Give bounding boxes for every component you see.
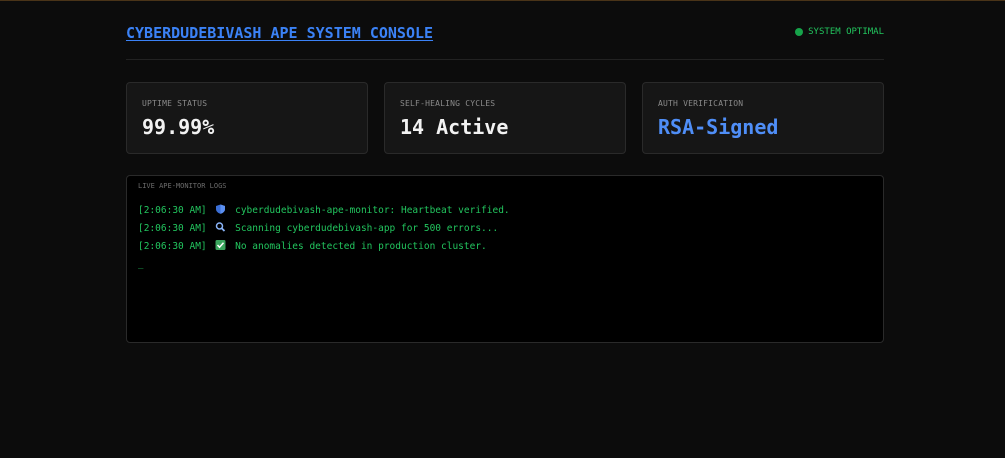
uptime-card: UPTIME STATUS 99.99% [126,82,368,154]
card-label: AUTH VERIFICATION [658,99,744,108]
shield-icon [215,204,226,214]
stat-cards: UPTIME STATUS 99.99% SELF-HEALING CYCLES… [126,82,884,154]
log-line: [2:06:30 AM] No anomalies detected in pr… [138,240,487,252]
card-label: SELF-HEALING CYCLES [400,99,496,108]
terminal-cursor: _ [138,260,144,270]
card-value: 14 Active [400,115,509,139]
log-timestamp: [2:06:30 AM] [138,205,207,216]
log-panel[interactable]: LIVE APE-MONITOR LOGS [2:06:30 AM] cyber… [126,175,884,343]
auth-card: AUTH VERIFICATION RSA-Signed [642,82,884,154]
log-line: [2:06:30 AM] Scanning cyberdudebivash-ap… [138,222,498,234]
page-title-link[interactable]: CYBERDUDEBIVASH APE SYSTEM CONSOLE [126,24,433,42]
status-dot-icon [795,28,804,36]
log-message: cyberdudebivash-ape-monitor: Heartbeat v… [235,205,510,216]
log-timestamp: [2:06:30 AM] [138,223,207,234]
header: CYBERDUDEBIVASH APE SYSTEM CONSOLE SYSTE… [126,1,884,60]
check-box-icon [215,240,226,250]
self-healing-card: SELF-HEALING CYCLES 14 Active [384,82,626,154]
log-message: No anomalies detected in production clus… [235,241,487,252]
card-value: RSA-Signed [658,115,779,139]
status-text: SYSTEM OPTIMAL [808,27,884,37]
card-value: 99.99% [142,115,215,139]
log-message: Scanning cyberdudebivash-app for 500 err… [235,223,499,234]
log-timestamp: [2:06:30 AM] [138,241,207,252]
card-label: UPTIME STATUS [142,99,208,108]
magnifier-icon [215,222,226,232]
log-panel-label: LIVE APE-MONITOR LOGS [138,182,227,190]
system-status: SYSTEM OPTIMAL [795,27,884,37]
log-line: [2:06:30 AM] cyberdudebivash-ape-monitor… [138,204,510,216]
console-container: CYBERDUDEBIVASH APE SYSTEM CONSOLE SYSTE… [126,1,884,343]
